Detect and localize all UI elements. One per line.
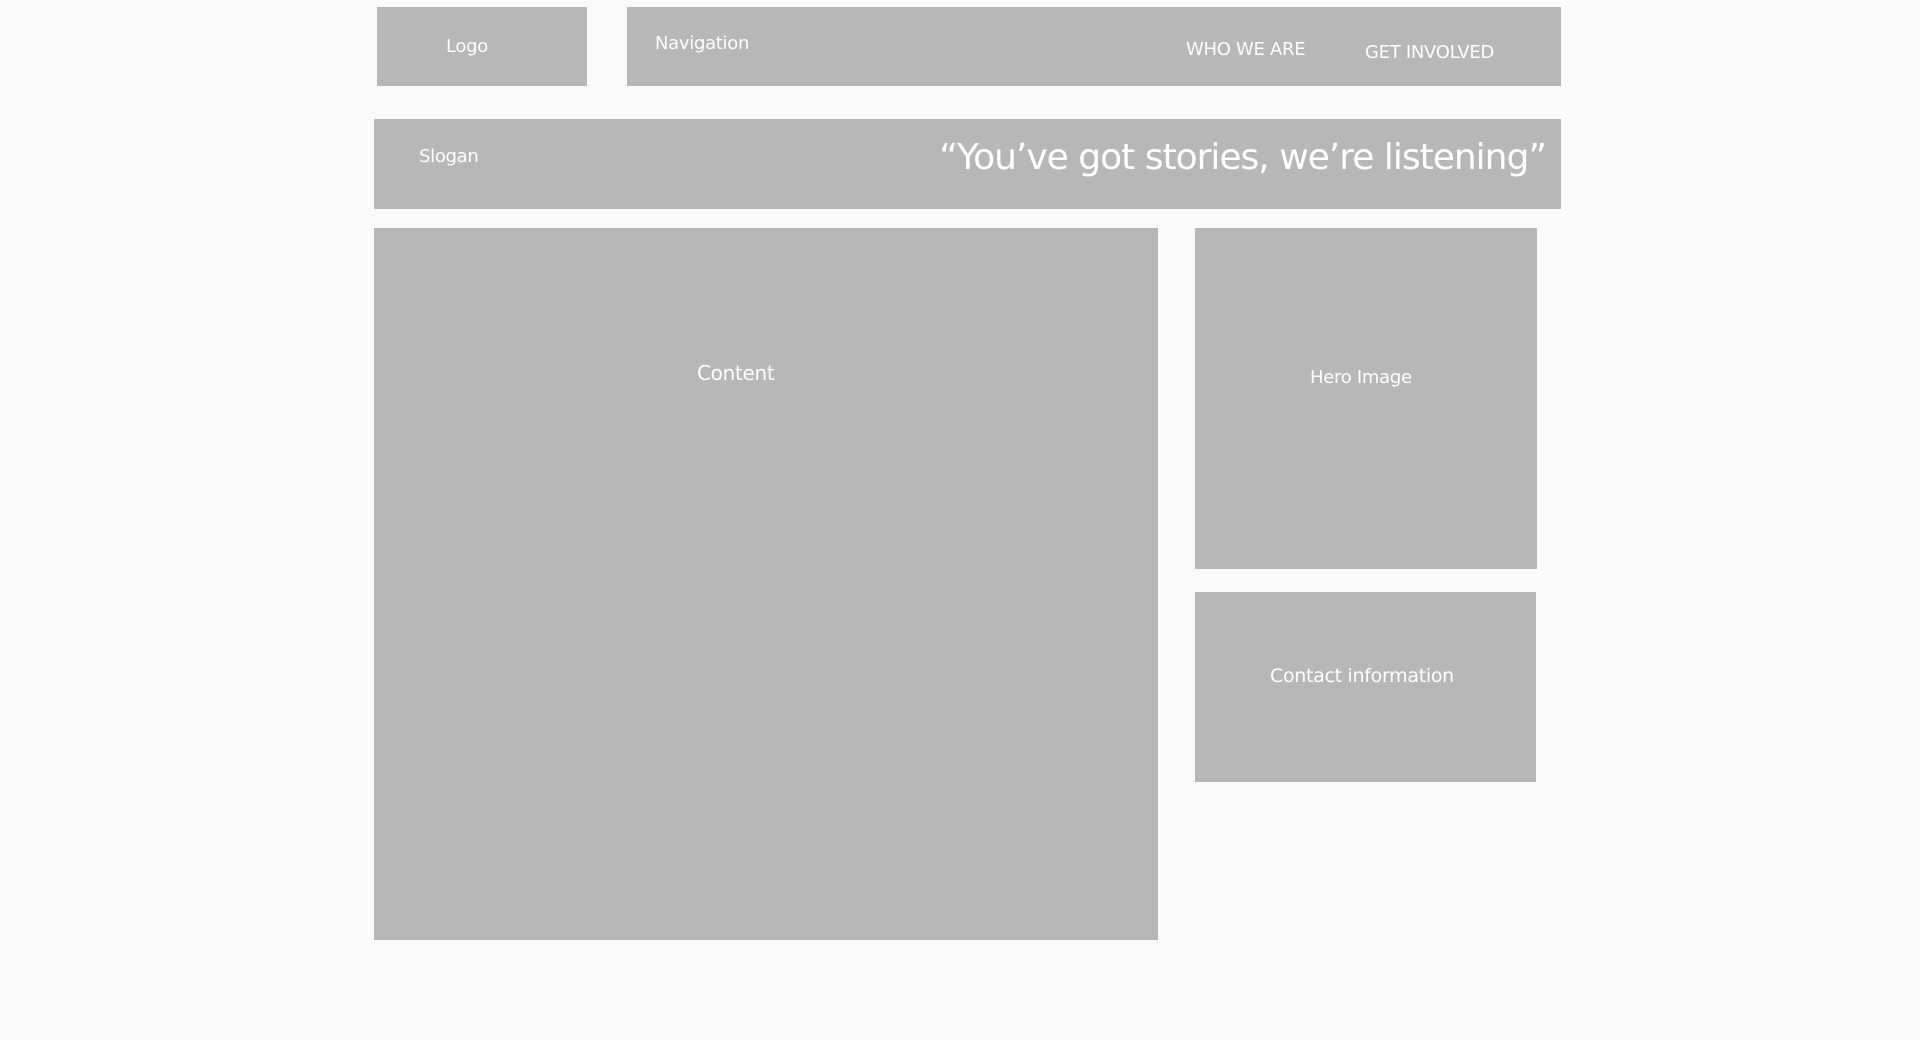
nav-item-who-we-are[interactable]: WHO WE ARE bbox=[1186, 39, 1306, 60]
slogan-label: Slogan bbox=[419, 146, 479, 167]
navigation-label: Navigation bbox=[655, 33, 750, 54]
slogan-banner: Slogan “You’ve got stories, we’re listen… bbox=[374, 119, 1561, 209]
hero-image-placeholder: Hero Image bbox=[1195, 228, 1537, 569]
hero-image-label: Hero Image bbox=[1310, 367, 1412, 388]
contact-information-label: Contact information bbox=[1270, 665, 1454, 687]
nav-item-get-involved[interactable]: GET INVOLVED bbox=[1365, 42, 1494, 63]
contact-information-box: Contact information bbox=[1195, 592, 1536, 782]
logo-label: Logo bbox=[446, 36, 488, 57]
content-area: Content bbox=[374, 228, 1158, 940]
slogan-quote: “You’ve got stories, we’re listening” bbox=[939, 137, 1547, 178]
content-label: Content bbox=[697, 361, 775, 385]
logo-placeholder[interactable]: Logo bbox=[377, 7, 587, 86]
navigation-bar: Navigation WHO WE ARE GET INVOLVED bbox=[627, 7, 1561, 86]
